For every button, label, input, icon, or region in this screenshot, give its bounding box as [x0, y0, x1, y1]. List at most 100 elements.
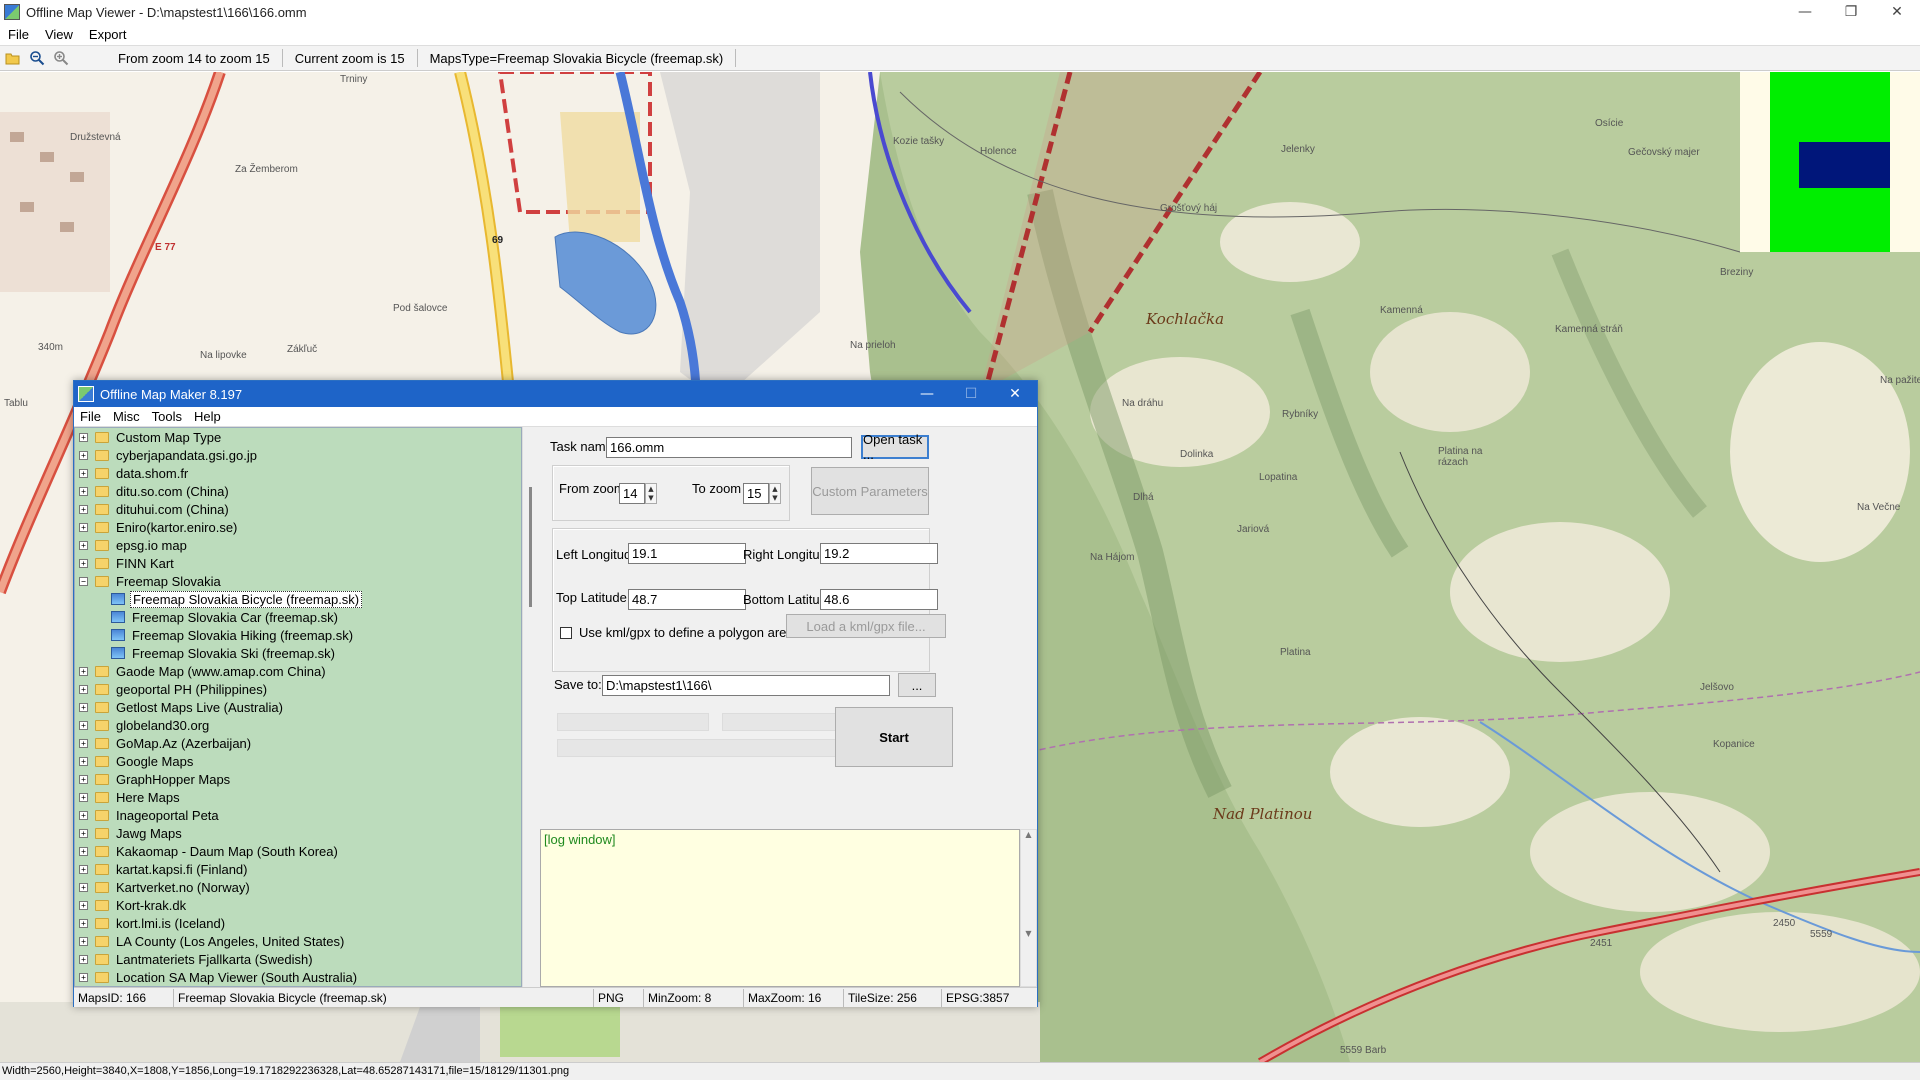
- tree-item-label: kort.lmi.is (Iceland): [116, 915, 226, 931]
- tree-folder-item[interactable]: + cyberjapandata.gsi.go.jp: [75, 446, 521, 464]
- tree-folder-item[interactable]: + data.shom.fr: [75, 464, 521, 482]
- tree-folder-item[interactable]: + GoMap.Az (Azerbaijan): [75, 734, 521, 752]
- tree-map-item[interactable]: Freemap Slovakia Bicycle (freemap.sk): [75, 590, 521, 608]
- top-latitude-input[interactable]: 48.7: [628, 589, 746, 610]
- tree-folder-item[interactable]: + Jawg Maps: [75, 824, 521, 842]
- tree-folder-item[interactable]: + dituhui.com (China): [75, 500, 521, 518]
- expand-icon[interactable]: +: [79, 774, 88, 784]
- tree-folder-item[interactable]: + GraphHopper Maps: [75, 770, 521, 788]
- kml-checkbox[interactable]: [560, 627, 572, 639]
- start-button[interactable]: Start: [835, 707, 953, 767]
- tree-folder-item[interactable]: + Gaode Map (www.amap.com China): [75, 662, 521, 680]
- zoom-in-button[interactable]: [50, 47, 72, 69]
- custom-parameters-button[interactable]: Custom Parameters: [811, 467, 929, 515]
- log-window[interactable]: [log window]: [540, 829, 1020, 987]
- collapse-icon[interactable]: −: [79, 576, 88, 586]
- expand-icon[interactable]: +: [79, 972, 88, 982]
- tree-folder-item[interactable]: + kort.lmi.is (Iceland): [75, 914, 521, 932]
- tree-folder-item[interactable]: + Kakaomap - Daum Map (South Korea): [75, 842, 521, 860]
- tree-folder-item[interactable]: + Google Maps: [75, 752, 521, 770]
- tree-folder-item[interactable]: + globeland30.org: [75, 716, 521, 734]
- from-zoom-spinner[interactable]: ▲ ▼: [645, 483, 657, 504]
- to-zoom-input[interactable]: 15: [743, 483, 769, 504]
- task-name-input[interactable]: 166.omm: [606, 437, 852, 458]
- tree-folder-item[interactable]: + Kartverket.no (Norway): [75, 878, 521, 896]
- tree-folder-item[interactable]: + Custom Map Type: [75, 428, 521, 446]
- expand-icon[interactable]: +: [79, 936, 88, 946]
- tree-map-item[interactable]: Freemap Slovakia Ski (freemap.sk): [75, 644, 521, 662]
- zoom-out-button[interactable]: [26, 47, 48, 69]
- expand-icon[interactable]: +: [79, 738, 88, 748]
- menu-export[interactable]: Export: [81, 27, 135, 42]
- open-folder-button[interactable]: [2, 47, 24, 69]
- close-button[interactable]: ✕: [1874, 0, 1920, 24]
- dialog-menu-misc[interactable]: Misc: [107, 409, 146, 424]
- expand-icon[interactable]: +: [79, 882, 88, 892]
- expand-icon[interactable]: +: [79, 702, 88, 712]
- expand-icon[interactable]: +: [79, 450, 88, 460]
- tree-map-item[interactable]: Freemap Slovakia Hiking (freemap.sk): [75, 626, 521, 644]
- tree-folder-item[interactable]: + kartat.kapsi.fi (Finland): [75, 860, 521, 878]
- tree-folder-item[interactable]: + epsg.io map: [75, 536, 521, 554]
- expand-icon[interactable]: +: [79, 828, 88, 838]
- tree-folder-item[interactable]: + Inageoportal Peta: [75, 806, 521, 824]
- expand-icon[interactable]: +: [79, 720, 88, 730]
- progress-bar: [557, 713, 709, 731]
- minimize-button[interactable]: —: [1782, 0, 1828, 24]
- expand-icon[interactable]: +: [79, 846, 88, 856]
- tree-folder-item[interactable]: + geoportal PH (Philippines): [75, 680, 521, 698]
- menu-view[interactable]: View: [37, 27, 81, 42]
- expand-icon[interactable]: +: [79, 504, 88, 514]
- menu-file[interactable]: File: [0, 27, 37, 42]
- expand-icon[interactable]: +: [79, 540, 88, 550]
- scroll-thumb[interactable]: [529, 487, 532, 607]
- expand-icon[interactable]: +: [79, 918, 88, 928]
- tree-folder-item[interactable]: + Here Maps: [75, 788, 521, 806]
- tree-folder-item[interactable]: + ditu.so.com (China): [75, 482, 521, 500]
- tree-folder-item[interactable]: + Lantmateriets Fjallkarta (Swedish): [75, 950, 521, 968]
- expand-icon[interactable]: +: [79, 864, 88, 874]
- expand-icon[interactable]: +: [79, 684, 88, 694]
- from-zoom-input[interactable]: 14: [619, 483, 645, 504]
- dialog-maximize-button[interactable]: ☐: [949, 381, 993, 407]
- tree-map-item[interactable]: Freemap Slovakia Car (freemap.sk): [75, 608, 521, 626]
- tree-scrollbar[interactable]: [522, 427, 539, 987]
- left-longitude-input[interactable]: 19.1: [628, 543, 746, 564]
- dialog-menu-help[interactable]: Help: [188, 409, 227, 424]
- minimap-viewport[interactable]: [1799, 142, 1890, 188]
- tree-folder-item[interactable]: + Eniro(kartor.eniro.se): [75, 518, 521, 536]
- expand-icon[interactable]: +: [79, 522, 88, 532]
- bottom-latitude-input[interactable]: 48.6: [820, 589, 938, 610]
- map-label: Lopatina: [1259, 472, 1298, 483]
- to-zoom-spinner[interactable]: ▲ ▼: [769, 483, 781, 504]
- dialog-minimize-button[interactable]: —: [905, 381, 949, 407]
- dialog-menu-file[interactable]: File: [74, 409, 107, 424]
- expand-icon[interactable]: +: [79, 756, 88, 766]
- load-kml-button[interactable]: Load a kml/gpx file...: [786, 614, 946, 638]
- tree-folder-item[interactable]: + Location SA Map Viewer (South Australia…: [75, 968, 521, 986]
- dialog-menu-tools[interactable]: Tools: [146, 409, 188, 424]
- right-longitude-input[interactable]: 19.2: [820, 543, 938, 564]
- tree-folder-item[interactable]: + FINN Kart: [75, 554, 521, 572]
- expand-icon[interactable]: +: [79, 900, 88, 910]
- dialog-close-button[interactable]: ✕: [993, 381, 1037, 407]
- open-task-button[interactable]: Open task ...: [861, 432, 929, 462]
- log-scrollbar[interactable]: ▲ ▼: [1020, 829, 1037, 987]
- tree-folder-item[interactable]: − Freemap Slovakia: [75, 572, 521, 590]
- maximize-button[interactable]: ❐: [1828, 0, 1874, 24]
- browse-button[interactable]: ...: [898, 673, 936, 697]
- expand-icon[interactable]: +: [79, 486, 88, 496]
- expand-icon[interactable]: +: [79, 666, 88, 676]
- map-type-tree[interactable]: + Custom Map Type + cyberjapandata.gsi.go.j…: [74, 427, 522, 987]
- expand-icon[interactable]: +: [79, 558, 88, 568]
- expand-icon[interactable]: +: [79, 954, 88, 964]
- expand-icon[interactable]: +: [79, 792, 88, 802]
- tree-folder-item[interactable]: + LA County (Los Angeles, United States): [75, 932, 521, 950]
- expand-icon[interactable]: +: [79, 810, 88, 820]
- expand-icon[interactable]: +: [79, 468, 88, 478]
- tree-folder-item[interactable]: + Kort-krak.dk: [75, 896, 521, 914]
- expand-icon[interactable]: +: [79, 432, 88, 442]
- save-path-input[interactable]: D:\mapstest1\166\: [602, 675, 890, 696]
- overview-minimap[interactable]: [1740, 72, 1920, 252]
- tree-folder-item[interactable]: + Getlost Maps Live (Australia): [75, 698, 521, 716]
